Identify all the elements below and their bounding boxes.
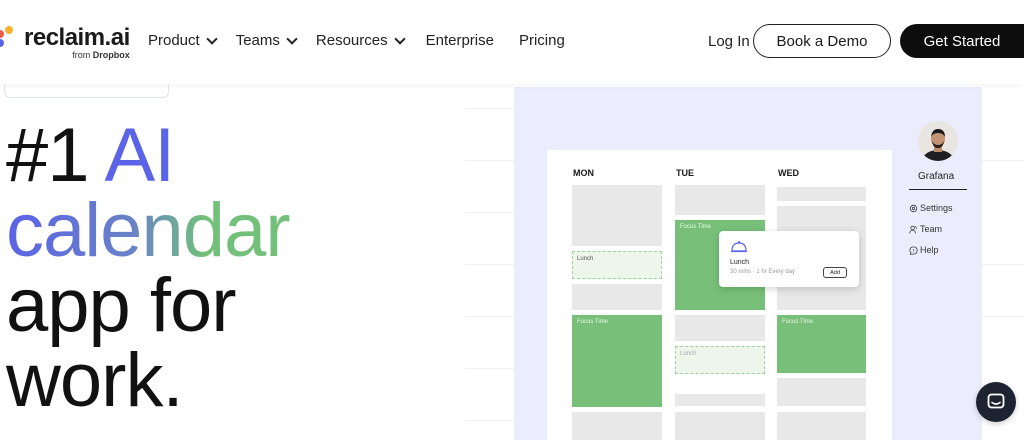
bg-line <box>982 316 1024 317</box>
bg-line <box>465 264 515 265</box>
calendar-event-focus[interactable]: Focus Time <box>777 315 866 373</box>
calendar-slot <box>675 412 765 440</box>
avatar[interactable] <box>918 121 958 161</box>
hero-line-1: #1 AI <box>6 113 175 198</box>
sidebar-item-help[interactable]: ? Help <box>909 245 939 255</box>
food-cover-icon <box>731 241 747 253</box>
hero-heading: #1 AI calendar app for work. <box>6 113 291 423</box>
gear-icon <box>909 204 918 212</box>
help-icon: ? <box>909 245 918 255</box>
logo-icon <box>0 26 22 50</box>
menu-item-enterprise[interactable]: Enterprise <box>426 32 494 49</box>
bg-line <box>465 108 515 109</box>
divider <box>909 189 967 190</box>
partial-card <box>4 82 169 98</box>
calendar-event-lunch-draft[interactable]: Lunch <box>675 346 765 374</box>
popup-title: Lunch <box>730 259 750 266</box>
event-label: Focus Time <box>680 224 712 230</box>
team-icon <box>909 225 917 234</box>
chevron-down-icon <box>206 32 218 45</box>
day-header-mon: MON <box>573 168 594 178</box>
calendar-event-focus[interactable]: Focus Time <box>572 315 662 407</box>
calendar-slot <box>572 412 662 440</box>
login-link[interactable]: Log In <box>708 33 750 50</box>
add-button[interactable]: Add <box>823 267 847 278</box>
menu-item-teams[interactable]: Teams <box>235 32 298 49</box>
top-nav: reclaim.ai from Dropbox Product Teams Re… <box>0 0 1024 84</box>
user-name: Grafana <box>918 171 955 182</box>
avatar-image <box>918 121 958 161</box>
bg-line <box>465 420 515 421</box>
svg-text:?: ? <box>912 248 915 254</box>
chat-button[interactable] <box>976 382 1016 422</box>
chat-icon <box>987 393 1005 409</box>
menu-item-label: Enterprise <box>425 32 494 49</box>
menu-item-product[interactable]: Product <box>148 32 218 49</box>
calendar-slot <box>777 187 866 201</box>
event-label: Focus Time <box>577 319 609 325</box>
bg-line <box>465 160 515 161</box>
menu-item-label: Product <box>148 32 200 49</box>
menu-item-resources[interactable]: Resources <box>315 32 406 49</box>
menu-item-label: Pricing <box>518 32 565 49</box>
event-label: Lunch <box>577 256 594 262</box>
menu-item-label: Resources <box>315 32 388 49</box>
bg-line <box>465 316 515 317</box>
get-started-button[interactable]: Get Started <box>900 24 1024 58</box>
bg-line <box>465 212 515 213</box>
calendar-slot <box>572 284 662 310</box>
sidebar-item-team[interactable]: Team <box>909 224 942 234</box>
calendar-slot <box>675 185 765 215</box>
sidebar-item-settings[interactable]: Settings <box>909 203 953 213</box>
calendar-event-lunch[interactable]: Lunch <box>572 251 662 279</box>
calendar-slot <box>572 189 662 246</box>
hero-line-4: work. <box>6 338 184 423</box>
event-label: Focus Time <box>782 319 814 325</box>
menu-item-pricing[interactable]: Pricing <box>519 32 565 49</box>
event-popup: Lunch 30 mins · 1 hr Every day Add <box>719 231 859 287</box>
day-header-wed: WED <box>778 168 799 178</box>
logo-subtitle: from Dropbox <box>72 50 130 60</box>
book-demo-button[interactable]: Book a Demo <box>753 24 891 58</box>
chevron-down-icon <box>286 32 298 45</box>
sidebar-item-label: Settings <box>920 203 953 213</box>
logo[interactable]: reclaim.ai from Dropbox <box>0 26 130 60</box>
bg-line <box>982 160 1024 161</box>
menu-item-label: Teams <box>235 32 280 49</box>
sidebar-item-label: Help <box>920 245 939 255</box>
calendar-slot <box>777 378 866 406</box>
calendar-slot <box>675 315 765 341</box>
hero-line-2: calendar <box>6 188 291 273</box>
bg-line <box>982 264 1024 265</box>
day-header-tue: TUE <box>676 168 694 178</box>
sidebar-item-label: Team <box>920 224 943 234</box>
main-menu: Product Teams Resources Enterprise Prici… <box>148 32 585 49</box>
calendar-slot <box>777 412 866 440</box>
event-label: Lunch <box>680 351 697 357</box>
bg-line <box>465 368 515 369</box>
calendar-slot <box>675 394 765 406</box>
popup-detail: 30 mins · 1 hr Every day <box>730 269 796 275</box>
hero-line-3: app for <box>6 263 237 348</box>
chevron-down-icon <box>393 32 406 45</box>
logo-wordmark: reclaim.ai <box>24 24 130 51</box>
